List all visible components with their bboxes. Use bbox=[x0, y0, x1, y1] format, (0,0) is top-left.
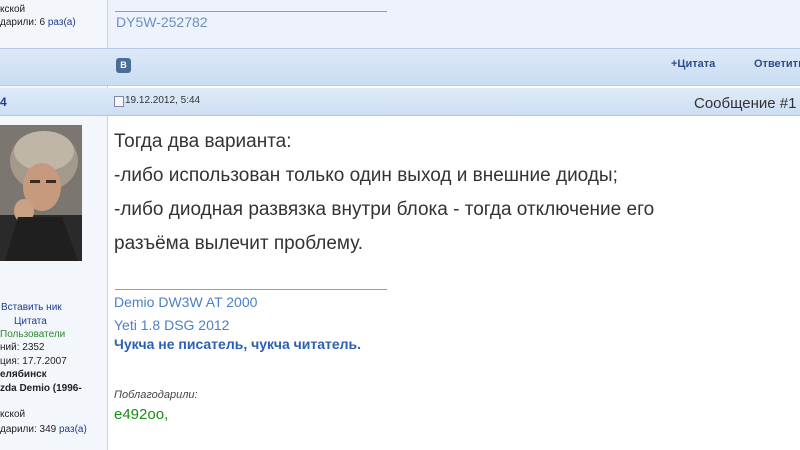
thanks-label: Поблагодарили: bbox=[114, 389, 198, 401]
user-thanks-link[interactable]: раз(а) bbox=[59, 424, 87, 435]
message-line: -либо использован только один выход и вн… bbox=[114, 165, 618, 186]
user-extra-line: кской bbox=[0, 409, 26, 420]
insert-nick-link[interactable]: Вставить ник bbox=[1, 302, 62, 313]
user-car: zda Demio (1996- bbox=[0, 383, 82, 394]
user-thanks: дарили: 349 раз(а) bbox=[0, 424, 87, 435]
message-line: разъёма вылечит проблему. bbox=[114, 233, 364, 254]
avatar-image bbox=[0, 125, 82, 261]
signature-divider bbox=[115, 11, 387, 12]
previous-post-body bbox=[108, 0, 800, 48]
reply-button[interactable]: Ответить bbox=[754, 58, 800, 70]
quote-button[interactable]: +Цитата bbox=[671, 58, 715, 70]
post-date: 19.12.2012, 5:44 bbox=[125, 95, 201, 106]
user-registered: ция: 17.7.2007 bbox=[0, 356, 67, 367]
prev-thanks-prefix: дарили: 6 bbox=[0, 17, 46, 28]
thanks-separator: , bbox=[164, 406, 169, 423]
post-icon bbox=[114, 96, 124, 107]
message-text: Тогда два варианта: -либо использован то… bbox=[114, 125, 654, 261]
signature-line-2: Yeti 1.8 DSG 2012 bbox=[114, 317, 230, 333]
avatar bbox=[0, 125, 82, 261]
prev-signature: DY5W-252782 bbox=[116, 14, 208, 30]
user-messages: ний: 2352 bbox=[0, 342, 45, 353]
prev-thanks-link[interactable]: раз(а) bbox=[48, 17, 76, 28]
message-line: -либо диодная развязка внутри блока - то… bbox=[114, 199, 655, 220]
quote-user-link[interactable]: Цитата bbox=[14, 316, 47, 327]
user-group: Пользователи bbox=[0, 329, 66, 340]
message-number[interactable]: Сообщение #1 bbox=[694, 95, 796, 112]
user-nick[interactable]: 4 bbox=[0, 95, 7, 109]
message-line: Тогда два варианта: bbox=[114, 131, 292, 152]
prev-user-thanks: дарили: 6 раз(а) bbox=[0, 17, 76, 28]
signature-motto: Чукча не писатель, чукча читатель. bbox=[114, 336, 362, 352]
post-signature-divider bbox=[115, 289, 387, 290]
vk-share-icon[interactable]: B bbox=[116, 58, 131, 73]
prev-user-line: кской bbox=[0, 4, 26, 15]
signature-line-1: Demio DW3W AT 2000 bbox=[114, 294, 258, 310]
user-city: елябинск bbox=[0, 369, 47, 380]
thanks-list: e492oo, bbox=[114, 406, 168, 423]
user-thanks-prefix: дарили: 349 bbox=[0, 424, 57, 435]
thanks-user-link[interactable]: e492oo bbox=[114, 406, 164, 423]
